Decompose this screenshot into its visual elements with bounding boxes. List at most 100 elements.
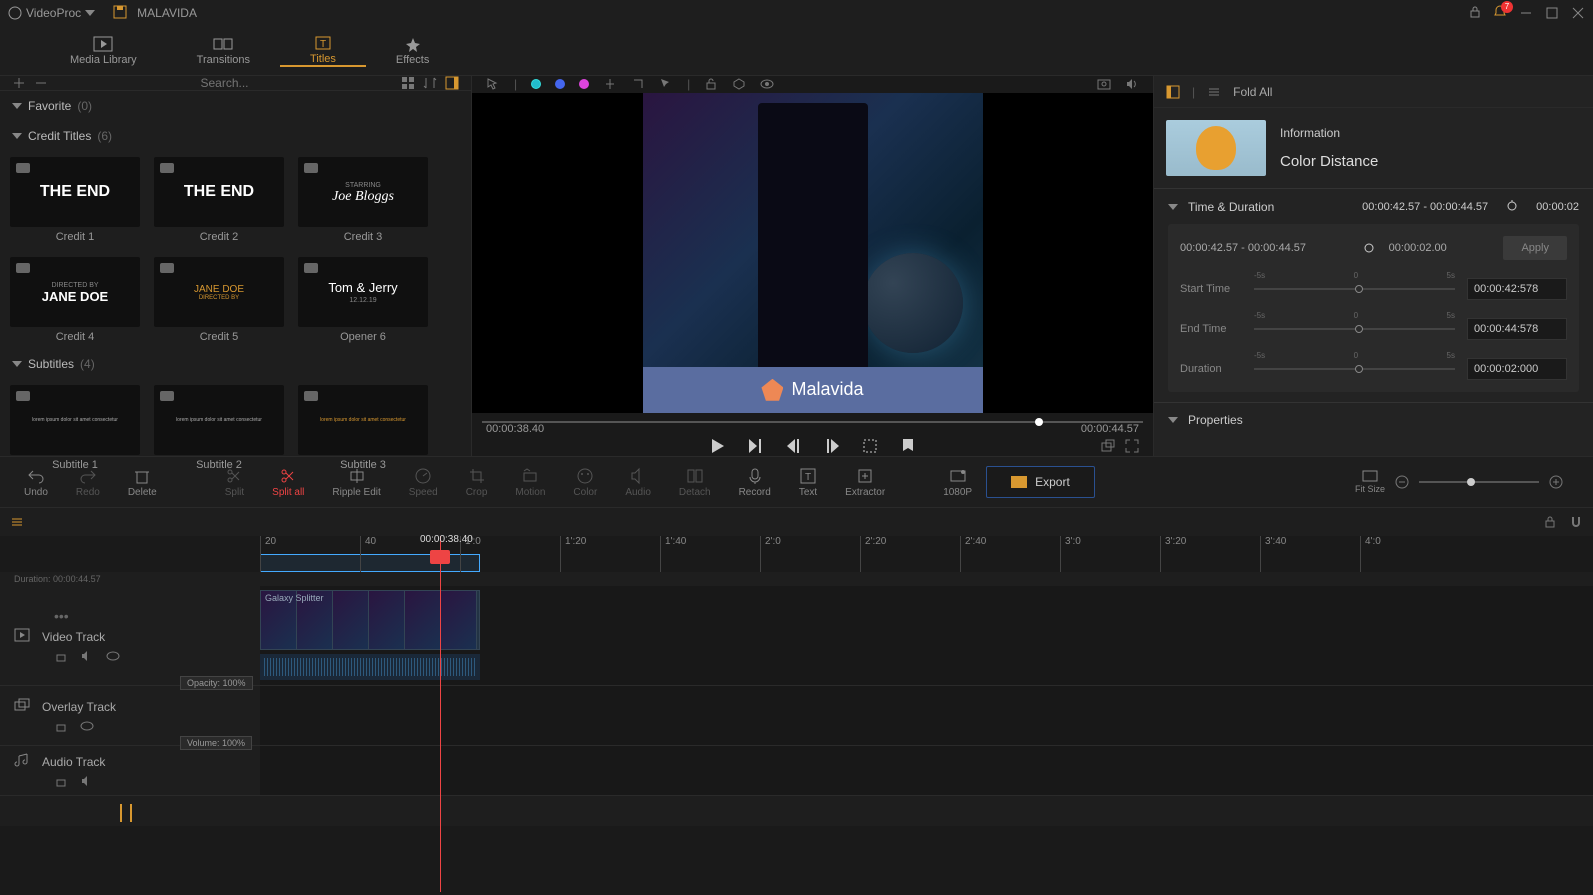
motion-button[interactable]: Motion [501,467,559,498]
ripple-edit-button[interactable]: Ripple Edit [318,467,394,498]
select-tool-icon[interactable] [659,77,673,91]
tile-credit-5[interactable]: JANE DOEDIRECTED BYCredit 5 [154,257,284,343]
video-clip[interactable]: Galaxy Splitter [260,590,480,650]
add-marker-icon[interactable] [899,437,917,455]
marker-blue[interactable] [555,79,565,89]
duration-slider[interactable]: -5s05s [1254,359,1455,379]
play-next-icon[interactable] [747,437,765,455]
detach-button[interactable]: Detach [665,467,725,498]
end-time-input[interactable] [1467,318,1567,340]
section-properties[interactable]: Properties [1168,413,1579,427]
safe-zone-icon[interactable] [732,77,746,91]
visibility-icon[interactable] [760,77,774,91]
export-button[interactable]: Export [986,466,1095,498]
extractor-button[interactable]: Extractor [831,467,899,498]
preview-canvas[interactable]: Malavida [472,93,1153,413]
nav-effects[interactable]: Effects [366,36,459,66]
start-time-slider[interactable]: -5s05s [1254,279,1455,299]
category-subtitles[interactable]: Subtitles(4) [0,349,471,379]
tile-opener-6[interactable]: Tom & Jerry12.12.19Opener 6 [298,257,428,343]
undo-button[interactable]: Undo [10,467,62,498]
tile-credit-3[interactable]: STARRINGJoe BloggsCredit 3 [298,157,428,243]
app-menu[interactable]: VideoProc [8,6,95,20]
track-mute-icon[interactable] [80,774,94,788]
lock-icon[interactable] [1469,6,1481,21]
quality-button[interactable]: 1080P [929,467,986,498]
fold-all-label[interactable]: Fold All [1233,85,1272,99]
track-lock-icon[interactable] [54,649,68,663]
fit-size-button[interactable]: Fit Size [1355,470,1385,494]
save-icon[interactable] [113,5,127,22]
zoom-out-icon[interactable] [1395,475,1409,489]
speed-button[interactable]: Speed [395,467,452,498]
minimize-icon[interactable] [1519,6,1533,20]
tile-credit-2[interactable]: THE ENDCredit 2 [154,157,284,243]
snap-icon[interactable] [603,77,617,91]
timeline-lock-icon[interactable] [1543,515,1557,529]
track-visibility-icon[interactable] [80,719,94,733]
marker-cyan[interactable] [531,79,541,89]
category-favorite[interactable]: Favorite(0) [0,91,471,121]
crop-marker-icon[interactable] [861,437,879,455]
text-button[interactable]: TText [785,467,831,498]
panel-toggle-icon[interactable] [445,76,459,90]
next-frame-icon[interactable] [823,437,841,455]
record-button[interactable]: Record [725,467,785,498]
track-lock-icon[interactable] [54,774,68,788]
delete-button[interactable]: Delete [114,467,171,498]
start-time-input[interactable] [1467,278,1567,300]
zoom-in-icon[interactable] [1549,475,1563,489]
redo-button[interactable]: Redo [62,467,114,498]
search-input[interactable] [56,76,393,90]
apply-button[interactable]: Apply [1503,236,1567,260]
grid-view-icon[interactable] [401,76,415,90]
duration-input[interactable] [1467,358,1567,380]
remove-icon[interactable] [34,76,48,90]
magnet-icon[interactable] [1569,515,1583,529]
timeline-ruler[interactable]: 00:00:38.40 20 40 1':0 1':20 1':40 2':0 … [0,536,1593,572]
track-lock-icon[interactable] [54,719,68,733]
sort-icon[interactable] [423,76,437,90]
prev-frame-icon[interactable] [785,437,803,455]
marker-pink[interactable] [579,79,589,89]
tile-subtitle-1[interactable]: lorem ipsum dolor sit amet consecteturSu… [10,385,140,471]
tile-subtitle-2[interactable]: lorem ipsum dolor sit amet consecteturSu… [154,385,284,471]
volume-icon[interactable] [1125,77,1139,91]
nav-transitions[interactable]: Transitions [167,36,280,66]
notifications-icon[interactable]: 7 [1493,5,1507,22]
nav-media-library[interactable]: Media Library [40,36,167,66]
track-mute-icon[interactable] [80,649,94,663]
marker-tool-icon[interactable] [631,77,645,91]
play-icon[interactable] [709,437,727,455]
add-icon[interactable] [12,76,26,90]
crop-button[interactable]: Crop [452,467,502,498]
nav-titles[interactable]: T Titles [280,35,366,67]
audio-waveform[interactable] [260,654,480,680]
fullscreen-icon[interactable] [1125,439,1139,453]
volume-tag[interactable]: Volume: 100% [180,736,252,750]
color-button[interactable]: Color [559,467,611,498]
preview-scrubber[interactable] [472,413,1153,423]
end-time-slider[interactable]: -5s05s [1254,319,1455,339]
section-time-duration[interactable]: Time & Duration 00:00:42.57 - 00:00:44.5… [1168,199,1579,214]
split-button[interactable]: Split [211,467,258,498]
category-credit-titles[interactable]: Credit Titles(6) [0,121,471,151]
audio-button[interactable]: Audio [611,467,665,498]
detach-window-icon[interactable] [1101,439,1115,453]
close-icon[interactable] [1571,6,1585,20]
split-all-button[interactable]: Split all [258,467,318,498]
playhead[interactable] [440,536,441,892]
cursor-icon[interactable] [486,77,500,91]
track-visibility-icon[interactable] [106,649,120,663]
zoom-slider[interactable] [1419,481,1539,483]
maximize-icon[interactable] [1545,6,1559,20]
snapshot-icon[interactable] [1097,77,1111,91]
tile-credit-4[interactable]: DIRECTED BYJANE DOECredit 4 [10,257,140,343]
opacity-tag[interactable]: Opacity: 100% [180,676,253,690]
inspector-tab-icon[interactable] [1166,85,1180,99]
fold-all-icon[interactable] [1207,85,1221,99]
timeline-menu-icon[interactable] [10,515,24,529]
tile-credit-1[interactable]: THE ENDCredit 1 [10,157,140,243]
tile-subtitle-3[interactable]: lorem ipsum dolor sit amet consecteturSu… [298,385,428,471]
unlock-icon[interactable] [704,77,718,91]
